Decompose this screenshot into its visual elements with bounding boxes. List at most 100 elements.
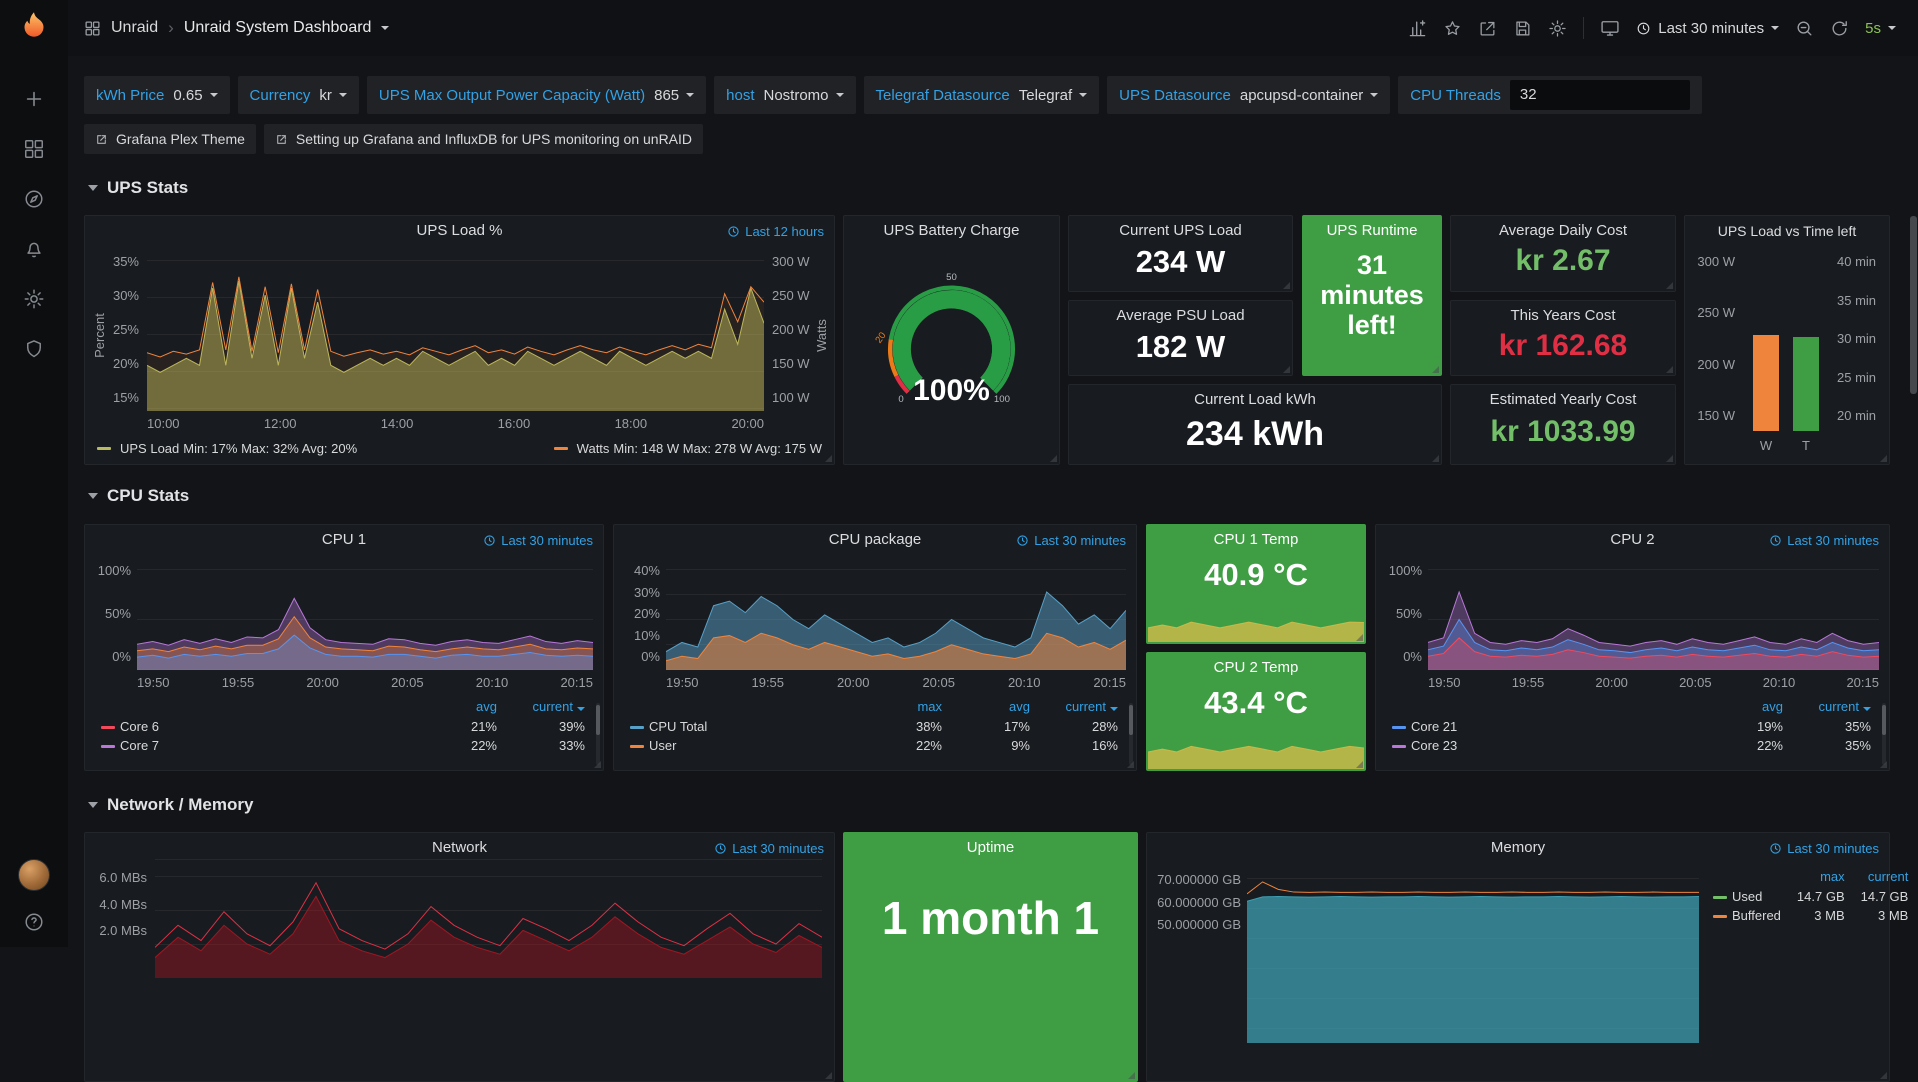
panel-title[interactable]: Estimated Yearly Cost xyxy=(1451,385,1675,415)
panel-title[interactable]: UPS Runtime xyxy=(1303,216,1441,246)
star-icon[interactable] xyxy=(1443,19,1462,38)
panel-time-range[interactable]: Last 30 minutes xyxy=(483,533,593,548)
legend-column-max[interactable]: max xyxy=(1789,869,1853,887)
tv-mode-monitor-icon[interactable] xyxy=(1600,18,1620,38)
panel-title[interactable]: Average Daily Cost xyxy=(1451,216,1675,246)
user-avatar[interactable] xyxy=(18,859,50,891)
section-ups-stats[interactable]: UPS Stats xyxy=(88,178,188,198)
cpu2-chart[interactable] xyxy=(1428,569,1879,670)
time-range-picker[interactable]: Last 30 minutes xyxy=(1636,20,1779,37)
section-network-memory[interactable]: Network / Memory xyxy=(88,795,253,815)
grafana-logo[interactable] xyxy=(19,10,49,40)
panel-time-range[interactable]: Last 12 hours xyxy=(727,224,824,239)
legend-column-current[interactable]: current xyxy=(505,699,593,717)
legend-column-current[interactable]: current xyxy=(1791,699,1879,717)
cpu1-chart[interactable] xyxy=(137,569,593,670)
panel-title[interactable]: Average PSU Load xyxy=(1069,301,1292,331)
variable-kwh-price[interactable]: kWh Price 0.65 xyxy=(84,76,230,114)
legend-column-current[interactable]: current xyxy=(1853,869,1917,887)
legend-series-name[interactable]: Used xyxy=(1705,887,1789,906)
variable-cpu-threads[interactable]: CPU Threads 32 xyxy=(1398,76,1702,114)
cpu-package-chart[interactable] xyxy=(666,569,1126,670)
bar-T[interactable] xyxy=(1793,337,1819,431)
chevron-down-icon xyxy=(1771,26,1779,30)
variable-ups-datasource[interactable]: UPS Datasource apcupsd-container xyxy=(1107,76,1390,114)
legend-scrollbar[interactable] xyxy=(1882,703,1886,765)
dashboard-settings-gear-icon[interactable] xyxy=(1548,19,1567,38)
panel-title[interactable]: UPS Load vs Time left xyxy=(1685,216,1889,246)
variable-label: Telegraf Datasource xyxy=(876,87,1010,104)
alerting-bell-icon[interactable] xyxy=(23,238,45,260)
legend-item[interactable]: UPS Load Min: 17% Max: 32% Avg: 20% xyxy=(97,441,357,456)
panel-time-range[interactable]: Last 30 minutes xyxy=(1769,841,1879,856)
tick-label: 20:10 xyxy=(476,675,509,690)
link-ups-monitoring-guide[interactable]: Setting up Grafana and InfluxDB for UPS … xyxy=(264,124,703,154)
external-link-icon xyxy=(95,133,108,146)
legend-series-name[interactable]: CPU Total xyxy=(622,717,862,736)
refresh-interval-picker[interactable]: 5s xyxy=(1865,20,1896,37)
admin-shield-icon[interactable] xyxy=(23,338,45,360)
network-chart[interactable] xyxy=(155,859,822,978)
memory-chart[interactable] xyxy=(1247,867,1699,1043)
panel-title[interactable]: CPU 1 Temp xyxy=(1147,525,1365,555)
x-axis-ticks: 19:5019:5520:0020:0520:1020:15 xyxy=(137,675,593,690)
legend-series-name[interactable]: Core 6 xyxy=(93,717,417,736)
save-icon[interactable] xyxy=(1513,19,1532,38)
panel-title[interactable]: Uptime xyxy=(844,833,1137,863)
legend-scrollbar[interactable] xyxy=(596,703,600,765)
legend-column-avg[interactable]: avg xyxy=(1703,699,1791,717)
panel-cpu-package: CPU package Last 30 minutes 40%30%20%10%… xyxy=(613,524,1137,771)
panel-title[interactable]: Current UPS Load xyxy=(1069,216,1292,246)
panel-time-range[interactable]: Last 30 minutes xyxy=(1016,533,1126,548)
legend-series-name[interactable]: Core 21 xyxy=(1384,717,1703,736)
tick-label: 100% xyxy=(1389,563,1422,578)
help-question-icon[interactable] xyxy=(23,911,45,933)
bar-chart[interactable]: WT xyxy=(1741,260,1831,453)
panel-title[interactable]: Current Load kWh xyxy=(1069,385,1441,415)
page-scrollbar[interactable] xyxy=(1909,56,1918,947)
zoom-out-icon[interactable] xyxy=(1795,19,1814,38)
legend-column-current[interactable]: current xyxy=(1038,699,1126,717)
panel-title[interactable]: UPS Battery Charge xyxy=(844,216,1059,246)
create-plus-icon[interactable] xyxy=(23,88,45,110)
legend-series-color xyxy=(554,447,568,450)
variable-ups-max-output[interactable]: UPS Max Output Power Capacity (Watt) 865 xyxy=(367,76,706,114)
legend-series-name[interactable]: Core 7 xyxy=(93,736,417,755)
tick-label: 20:15 xyxy=(1093,675,1126,690)
legend-item[interactable]: Watts Min: 148 W Max: 278 W Avg: 175 W xyxy=(554,441,822,456)
explore-compass-icon[interactable] xyxy=(23,188,45,210)
breadcrumb-dashboard-title[interactable]: Unraid System Dashboard xyxy=(184,19,372,37)
panel-ups-runtime: UPS Runtime 31 minutes left! xyxy=(1302,215,1442,376)
legend-series-name[interactable]: Buffered xyxy=(1705,906,1789,925)
share-icon[interactable] xyxy=(1478,19,1497,38)
variable-host[interactable]: host Nostromo xyxy=(714,76,855,114)
refresh-icon[interactable] xyxy=(1830,19,1849,38)
variable-telegraf-datasource[interactable]: Telegraf Datasource Telegraf xyxy=(864,76,1100,114)
cpu-threads-input[interactable]: 32 xyxy=(1510,80,1690,110)
legend-column-avg[interactable]: avg xyxy=(417,699,505,717)
legend-column-max[interactable]: max xyxy=(862,699,950,717)
variable-currency[interactable]: Currency kr xyxy=(238,76,359,114)
add-panel-icon[interactable] xyxy=(1408,19,1427,38)
dashboard-apps-icon[interactable] xyxy=(84,20,101,37)
dashboards-grid-icon[interactable] xyxy=(23,138,45,160)
ups-load-chart[interactable] xyxy=(147,260,764,411)
legend-column-avg[interactable]: avg xyxy=(950,699,1038,717)
legend-scrollbar[interactable] xyxy=(1129,703,1133,765)
legend-series-name[interactable]: User xyxy=(622,736,862,755)
panel-title[interactable]: UPS Load % xyxy=(85,216,834,246)
section-cpu-stats[interactable]: CPU Stats xyxy=(88,486,189,506)
panel-ups-load-pct: UPS Load % Last 12 hours Percent Watts 3… xyxy=(84,215,835,465)
legend-series-name[interactable]: Core 23 xyxy=(1384,736,1703,755)
link-grafana-plex-theme[interactable]: Grafana Plex Theme xyxy=(84,124,256,154)
panel-average-daily-cost: Average Daily Cost kr 2.67 xyxy=(1450,215,1676,292)
bar-W[interactable] xyxy=(1753,335,1779,431)
breadcrumb-app[interactable]: Unraid xyxy=(111,19,158,37)
panel-title[interactable]: CPU 2 Temp xyxy=(1147,653,1365,683)
panel-time-range[interactable]: Last 30 minutes xyxy=(1769,533,1879,548)
panel-title[interactable]: This Years Cost xyxy=(1451,301,1675,331)
configuration-gear-icon[interactable] xyxy=(23,288,45,310)
chevron-down-icon[interactable] xyxy=(381,26,389,30)
panel-time-range[interactable]: Last 30 minutes xyxy=(714,841,824,856)
page-scrollbar-thumb[interactable] xyxy=(1910,216,1917,394)
